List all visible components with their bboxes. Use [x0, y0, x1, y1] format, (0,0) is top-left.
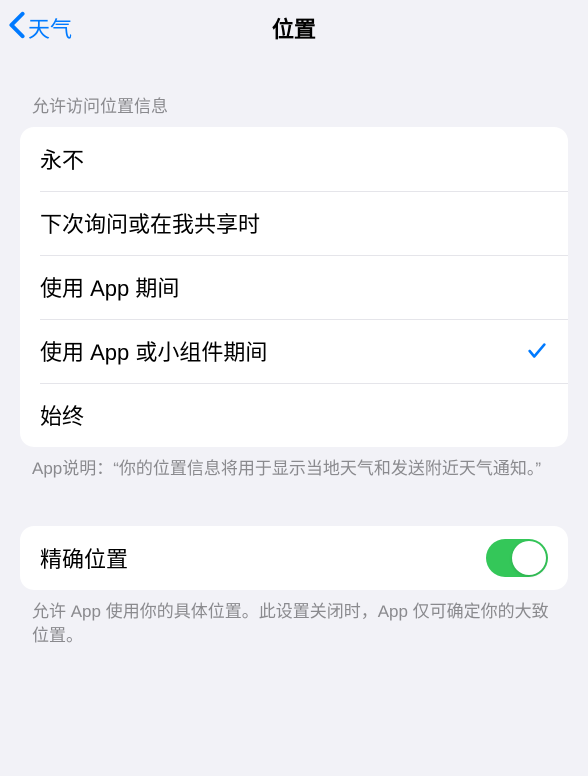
precise-location-group: 精确位置 — [20, 526, 568, 590]
option-label: 下次询问或在我共享时 — [40, 207, 260, 239]
location-access-group: 永不 下次询问或在我共享时 使用 App 期间 使用 App 或小组件期间 始终 — [20, 127, 568, 447]
chevron-left-icon — [8, 11, 28, 45]
precise-location-label: 精确位置 — [40, 542, 128, 574]
back-button[interactable]: 天气 — [8, 11, 72, 45]
option-always[interactable]: 始终 — [20, 383, 568, 447]
section-header-location-access: 允许访问位置信息 — [0, 56, 588, 127]
section-footer-app-explanation: App说明：“你的位置信息将用于显示当地天气和发送附近天气通知。” — [0, 447, 588, 482]
navigation-bar: 天气 位置 — [0, 0, 588, 56]
checkmark-icon — [526, 340, 548, 362]
option-ask-next-time[interactable]: 下次询问或在我共享时 — [20, 191, 568, 255]
section-footer-precise-explanation: 允许 App 使用你的具体位置。此设置关闭时，App 仅可确定你的大致位置。 — [0, 590, 588, 649]
option-never[interactable]: 永不 — [20, 127, 568, 191]
option-label: 永不 — [40, 143, 84, 175]
page-title: 位置 — [272, 12, 316, 44]
option-label: 始终 — [40, 399, 84, 431]
toggle-knob — [512, 541, 546, 575]
back-label: 天气 — [28, 12, 72, 44]
option-while-using-app[interactable]: 使用 App 期间 — [20, 255, 568, 319]
option-while-using-app-or-widgets[interactable]: 使用 App 或小组件期间 — [20, 319, 568, 383]
option-label: 使用 App 期间 — [40, 271, 179, 303]
option-label: 使用 App 或小组件期间 — [40, 335, 267, 367]
precise-location-row: 精确位置 — [20, 526, 568, 590]
precise-location-toggle[interactable] — [486, 539, 548, 577]
